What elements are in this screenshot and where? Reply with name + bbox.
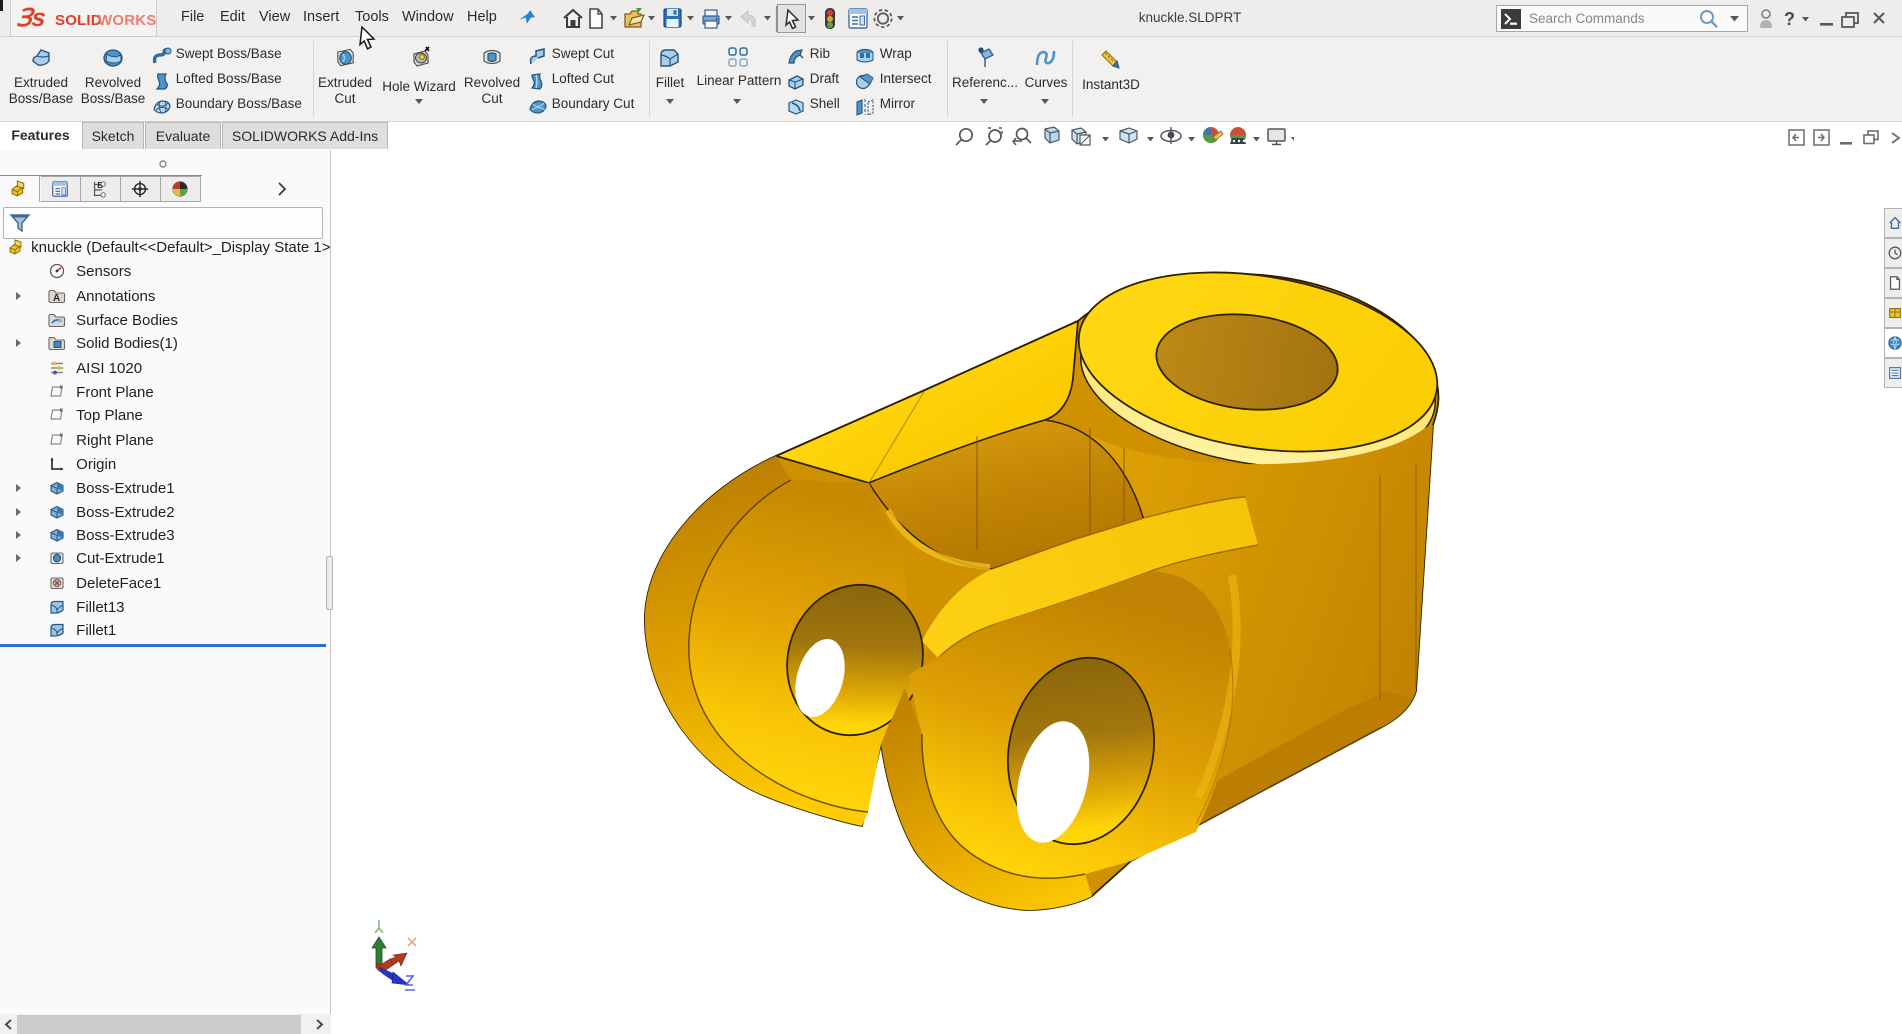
svg-text:Ɜs: Ɜs [16, 4, 48, 32]
svg-text:A: A [53, 293, 60, 304]
svg-text:SOLID: SOLID [55, 12, 102, 29]
svg-text:WORKS: WORKS [98, 12, 156, 29]
svg-text:?: ? [1784, 9, 1795, 29]
